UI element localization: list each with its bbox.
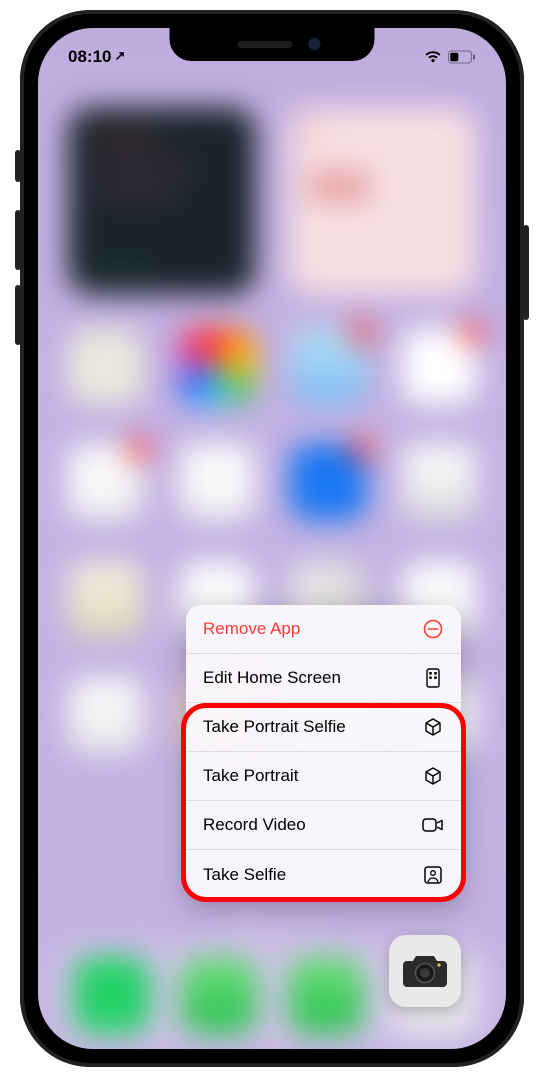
menu-item-label: Edit Home Screen bbox=[203, 668, 341, 688]
camera-icon bbox=[402, 953, 448, 989]
menu-take-portrait-selfie[interactable]: Take Portrait Selfie bbox=[186, 703, 461, 752]
menu-item-label: Take Portrait bbox=[203, 766, 298, 786]
menu-item-label: Remove App bbox=[203, 619, 300, 639]
minus-circle-icon bbox=[422, 618, 444, 640]
status-time: 08:10 bbox=[68, 47, 111, 67]
menu-take-selfie[interactable]: Take Selfie bbox=[186, 850, 461, 899]
screen: 08:10 ↗ bbox=[38, 28, 506, 1049]
menu-take-portrait[interactable]: Take Portrait bbox=[186, 752, 461, 801]
wifi-icon bbox=[424, 50, 442, 64]
person-square-icon bbox=[422, 864, 444, 886]
homescreen-icon bbox=[422, 667, 444, 689]
cube-icon bbox=[422, 716, 444, 738]
menu-item-label: Take Selfie bbox=[203, 865, 286, 885]
camera-app-icon[interactable] bbox=[389, 935, 461, 1007]
location-arrow-icon: ↗ bbox=[114, 48, 125, 64]
cube-icon bbox=[422, 765, 444, 787]
menu-item-label: Take Portrait Selfie bbox=[203, 717, 346, 737]
notch bbox=[170, 28, 375, 61]
phone-frame: 08:10 ↗ bbox=[20, 10, 524, 1067]
menu-record-video[interactable]: Record Video bbox=[186, 801, 461, 850]
context-menu: Remove App Edit Home Screen Take Portrai… bbox=[186, 605, 461, 899]
video-icon bbox=[422, 814, 444, 836]
battery-icon bbox=[448, 50, 476, 64]
menu-edit-home-screen[interactable]: Edit Home Screen bbox=[186, 654, 461, 703]
menu-remove-app[interactable]: Remove App bbox=[186, 605, 461, 654]
menu-item-label: Record Video bbox=[203, 815, 306, 835]
